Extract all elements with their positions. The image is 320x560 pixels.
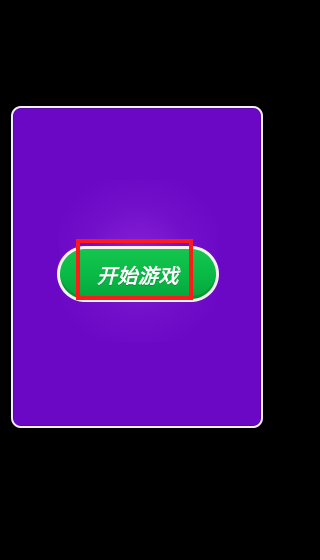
start-game-button-label: 开始游戏 [97,263,179,288]
game-screen: 开始游戏 [0,0,279,560]
start-game-button[interactable]: 开始游戏 [57,246,219,302]
start-game-button-face[interactable]: 开始游戏 [60,249,216,299]
start-dialog: 开始游戏 [11,106,263,428]
